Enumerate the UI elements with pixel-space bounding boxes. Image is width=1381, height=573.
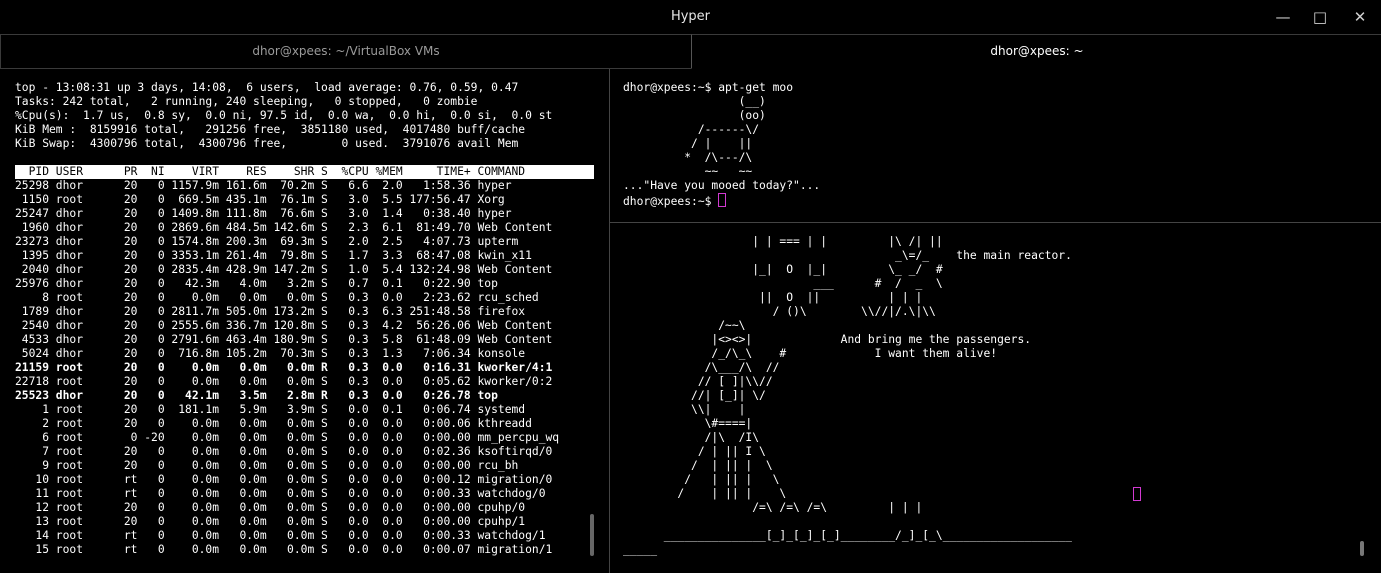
process-row: 14 root rt 0 0.0m 0.0m 0.0m S 0.0 0.0 0:… — [15, 529, 546, 542]
process-row: 10 root rt 0 0.0m 0.0m 0.0m S 0.0 0.0 0:… — [15, 473, 553, 486]
process-list: 25298 dhor 20 0 1157.9m 161.6m 70.2m S 6… — [15, 179, 605, 557]
scrollbar-right[interactable] — [1360, 541, 1364, 556]
process-row: 1789 dhor 20 0 2811.7m 505.0m 173.2m S 0… — [15, 305, 526, 318]
pane-divider-horizontal[interactable] — [610, 222, 1381, 223]
scrollbar-left[interactable] — [590, 514, 594, 556]
moo-prompt: dhor@xpees:~$ — [623, 195, 719, 208]
top-mem-line: KiB Mem : 8159916 total, 291256 free, 38… — [15, 123, 526, 136]
process-row: 1150 root 20 0 669.5m 435.1m 76.1m S 3.0… — [15, 193, 505, 206]
process-row: 1960 dhor 20 0 2869.6m 484.5m 142.6m S 2… — [15, 221, 553, 234]
top-uptime-line: top - 13:08:31 up 3 days, 14:08, 6 users… — [15, 81, 519, 94]
process-row: 1395 dhor 20 0 3353.1m 261.4m 79.8m S 1.… — [15, 249, 532, 262]
process-row: 13 root 20 0 0.0m 0.0m 0.0m S 0.0 0.0 0:… — [15, 515, 526, 528]
tab-virtualbox-vms[interactable]: dhor@xpees: ~/VirtualBox VMs — [0, 34, 691, 69]
process-row: 9 root 20 0 0.0m 0.0m 0.0m S 0.0 0.0 0:0… — [15, 459, 519, 472]
minimize-icon[interactable]: — — [1272, 6, 1294, 28]
process-row: 25523 dhor 20 0 42.1m 3.5m 2.8m R 0.3 0.… — [15, 389, 498, 402]
process-row: 11 root rt 0 0.0m 0.0m 0.0m S 0.0 0.0 0:… — [15, 487, 546, 500]
terminal-pane-top[interactable]: top - 13:08:31 up 3 days, 14:08, 6 users… — [15, 81, 605, 571]
process-row: 21159 root 20 0 0.0m 0.0m 0.0m R 0.3 0.0… — [15, 361, 553, 374]
process-row: 6 root 0 -20 0.0m 0.0m 0.0m S 0.0 0.0 0:… — [15, 431, 560, 444]
pane-divider-vertical[interactable] — [609, 69, 610, 573]
process-row: 7 root 20 0 0.0m 0.0m 0.0m S 0.0 0.0 0:0… — [15, 445, 553, 458]
tab-home[interactable]: dhor@xpees: ~ — [691, 34, 1381, 69]
process-row: 15 root rt 0 0.0m 0.0m 0.0m S 0.0 0.0 0:… — [15, 543, 553, 556]
top-cpu-line: %Cpu(s): 1.7 us, 0.8 sy, 0.0 ni, 97.5 id… — [15, 109, 553, 122]
tab-bar: dhor@xpees: ~/VirtualBox VMs dhor@xpees:… — [0, 34, 1381, 69]
window-title: Hyper — [670, 9, 711, 24]
terminal-pane-moo[interactable]: dhor@xpees:~$ apt-get moo (__) (oo) /---… — [623, 81, 1373, 219]
terminal-cursor-2 — [1133, 487, 1141, 501]
terminal-pane-ascii[interactable]: | | === | | |\ /| || _\=/_ the main reac… — [623, 235, 1373, 569]
top-tasks-line: Tasks: 242 total, 2 running, 240 sleepin… — [15, 95, 478, 108]
moo-ascii-art: (__) (oo) /------\/ / | || * /\---/\ ~~ … — [623, 95, 821, 192]
process-row: 2040 dhor 20 0 2835.4m 428.9m 147.2m S 1… — [15, 263, 553, 276]
terminal-cursor — [718, 193, 727, 207]
process-row: 25247 dhor 20 0 1409.8m 111.8m 76.6m S 3… — [15, 207, 512, 220]
process-row: 25298 dhor 20 0 1157.9m 161.6m 70.2m S 6… — [15, 179, 512, 192]
process-row: 2540 dhor 20 0 2555.6m 336.7m 120.8m S 0… — [15, 319, 553, 332]
process-table-header: PID USER PR NI VIRT RES SHR S %CPU %MEM … — [15, 165, 594, 179]
process-row: 8 root 20 0 0.0m 0.0m 0.0m S 0.3 0.0 2:2… — [15, 291, 539, 304]
process-row: 25976 dhor 20 0 42.3m 4.0m 3.2m S 0.7 0.… — [15, 277, 498, 290]
process-row: 12 root 20 0 0.0m 0.0m 0.0m S 0.0 0.0 0:… — [15, 501, 526, 514]
process-row: 23273 dhor 20 0 1574.8m 200.3m 69.3m S 2… — [15, 235, 519, 248]
process-row: 1 root 20 0 181.1m 5.9m 3.9m S 0.0 0.1 0… — [15, 403, 526, 416]
process-row: 4533 dhor 20 0 2791.6m 463.4m 180.9m S 0… — [15, 333, 553, 346]
maximize-icon[interactable]: □ — [1309, 6, 1331, 28]
top-swap-line: KiB Swap: 4300796 total, 4300796 free, 0… — [15, 137, 519, 150]
close-icon[interactable]: ✕ — [1349, 6, 1371, 28]
title-bar: Hyper — □ ✕ — [0, 0, 1381, 34]
reactor-ascii-art: | | === | | |\ /| || _\=/_ the main reac… — [623, 235, 1072, 556]
process-row: 2 root 20 0 0.0m 0.0m 0.0m S 0.0 0.0 0:0… — [15, 417, 532, 430]
moo-command: dhor@xpees:~$ apt-get moo — [623, 81, 794, 94]
process-row: 5024 dhor 20 0 716.8m 105.2m 70.3m S 0.3… — [15, 347, 526, 360]
process-row: 22718 root 20 0 0.0m 0.0m 0.0m S 0.3 0.0… — [15, 375, 553, 388]
